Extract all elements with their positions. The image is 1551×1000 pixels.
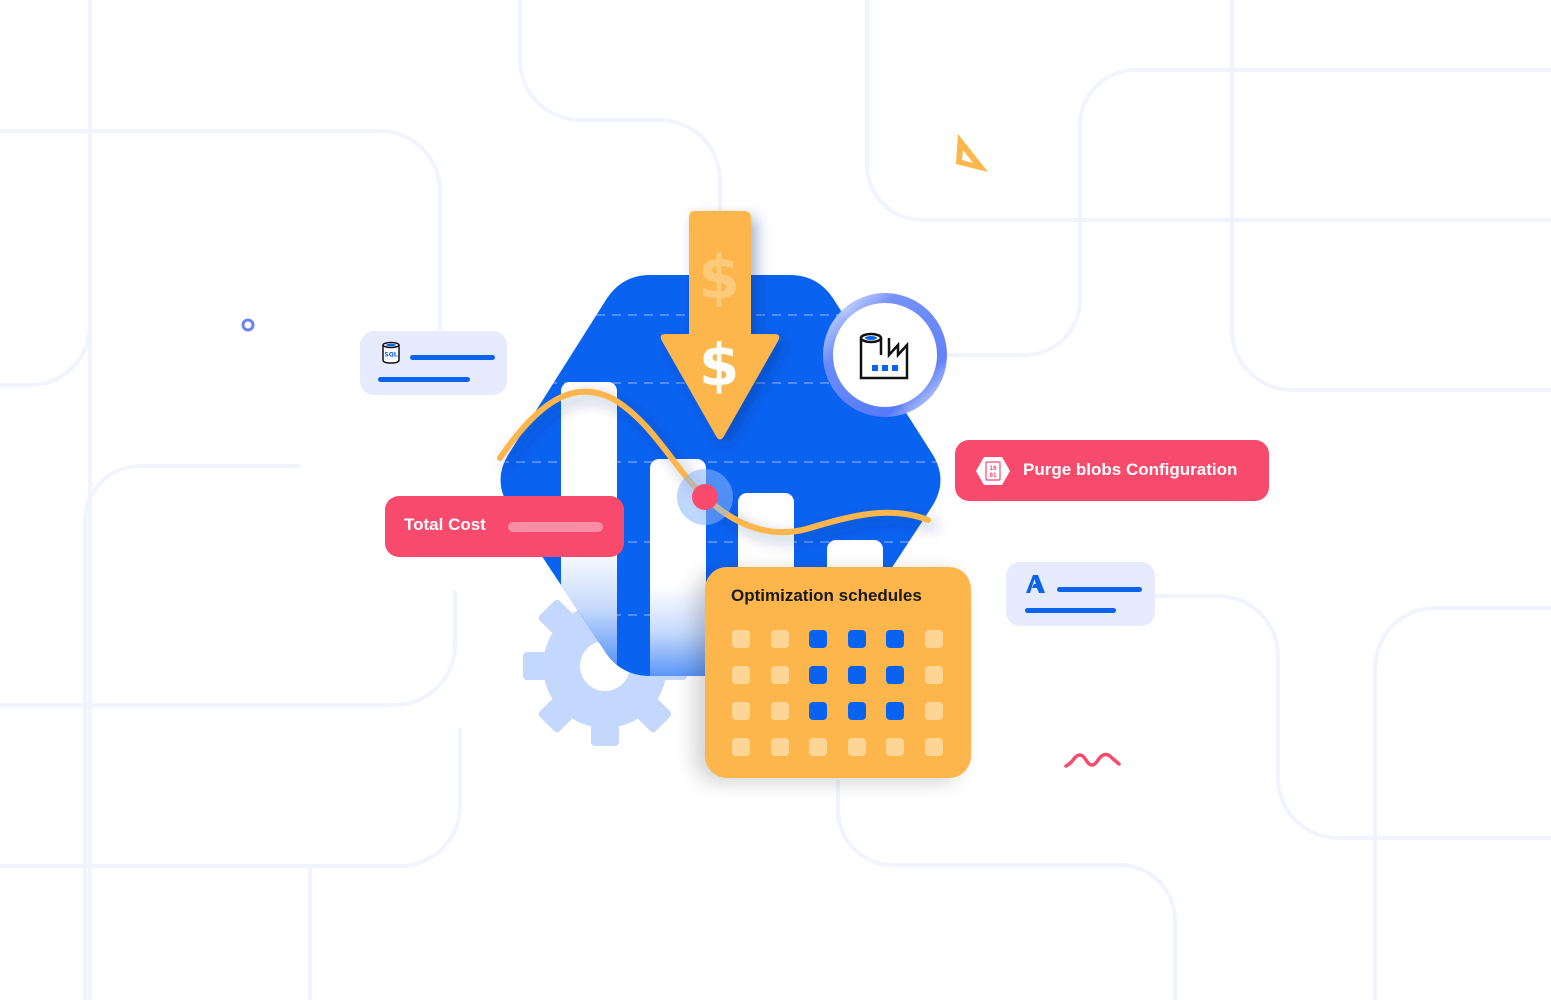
schedule-slot-active[interactable] xyxy=(809,702,827,720)
optimization-schedules-card[interactable]: Optimization schedules xyxy=(705,567,971,778)
total-cost-label: Total Cost xyxy=(404,515,486,534)
schedule-slot-active[interactable] xyxy=(886,702,904,720)
schedule-slot[interactable] xyxy=(770,702,789,720)
total-cost-value-bar xyxy=(508,522,603,532)
svg-text:10: 10 xyxy=(989,465,997,472)
schedule-grid xyxy=(732,630,943,756)
svg-text:SQL: SQL xyxy=(384,352,397,359)
purge-blobs-card[interactable]: 10 01 Purge blobs Configuration xyxy=(955,440,1269,501)
schedule-slot-active[interactable] xyxy=(809,666,827,684)
dollar-sign: $ xyxy=(699,331,739,399)
schedule-slot[interactable] xyxy=(924,666,943,684)
schedule-slot-active[interactable] xyxy=(809,630,827,648)
blob-storage-icon: 10 01 xyxy=(976,457,1010,485)
placeholder-line xyxy=(410,355,495,360)
schedule-slot[interactable] xyxy=(770,666,789,684)
purge-blobs-label: Purge blobs Configuration xyxy=(1023,460,1238,479)
schedule-slot[interactable] xyxy=(809,738,827,756)
schedule-slot[interactable] xyxy=(732,630,750,648)
schedule-slot-active[interactable] xyxy=(847,666,866,684)
placeholder-line xyxy=(378,377,470,382)
schedule-slot[interactable] xyxy=(847,738,866,756)
schedule-slot[interactable] xyxy=(924,630,943,648)
schedule-slot[interactable] xyxy=(924,738,943,756)
set-square-icon xyxy=(956,134,988,172)
azure-card xyxy=(1006,562,1155,626)
optimization-schedules-title: Optimization schedules xyxy=(731,586,922,605)
schedule-slot[interactable] xyxy=(924,702,943,720)
schedule-slot[interactable] xyxy=(886,738,904,756)
small-ring-icon xyxy=(241,318,255,332)
cost-optimization-illustration: $ $ xyxy=(241,134,1121,768)
schedule-slot-active[interactable] xyxy=(847,702,866,720)
schedule-slot-active[interactable] xyxy=(847,630,866,648)
total-cost-card[interactable]: Total Cost xyxy=(385,496,624,557)
placeholder-line xyxy=(1025,608,1116,613)
squiggle-icon xyxy=(1064,752,1121,768)
schedule-slot[interactable] xyxy=(770,630,789,648)
schedule-slot[interactable] xyxy=(770,738,789,756)
schedule-slot-active[interactable] xyxy=(886,666,904,684)
dollar-sign-faded: $ xyxy=(698,243,740,313)
svg-text:01: 01 xyxy=(989,472,997,479)
sql-database-icon: SQL xyxy=(382,341,400,364)
schedule-slot-active[interactable] xyxy=(886,630,904,648)
schedule-slot[interactable] xyxy=(732,702,750,720)
schedule-slot[interactable] xyxy=(732,666,750,684)
data-factory-badge xyxy=(823,293,947,417)
schedule-slot[interactable] xyxy=(732,738,750,756)
data-point xyxy=(692,484,718,510)
azure-logo-icon xyxy=(1026,575,1045,593)
placeholder-line xyxy=(1057,587,1142,592)
sql-card: SQL xyxy=(360,331,507,395)
